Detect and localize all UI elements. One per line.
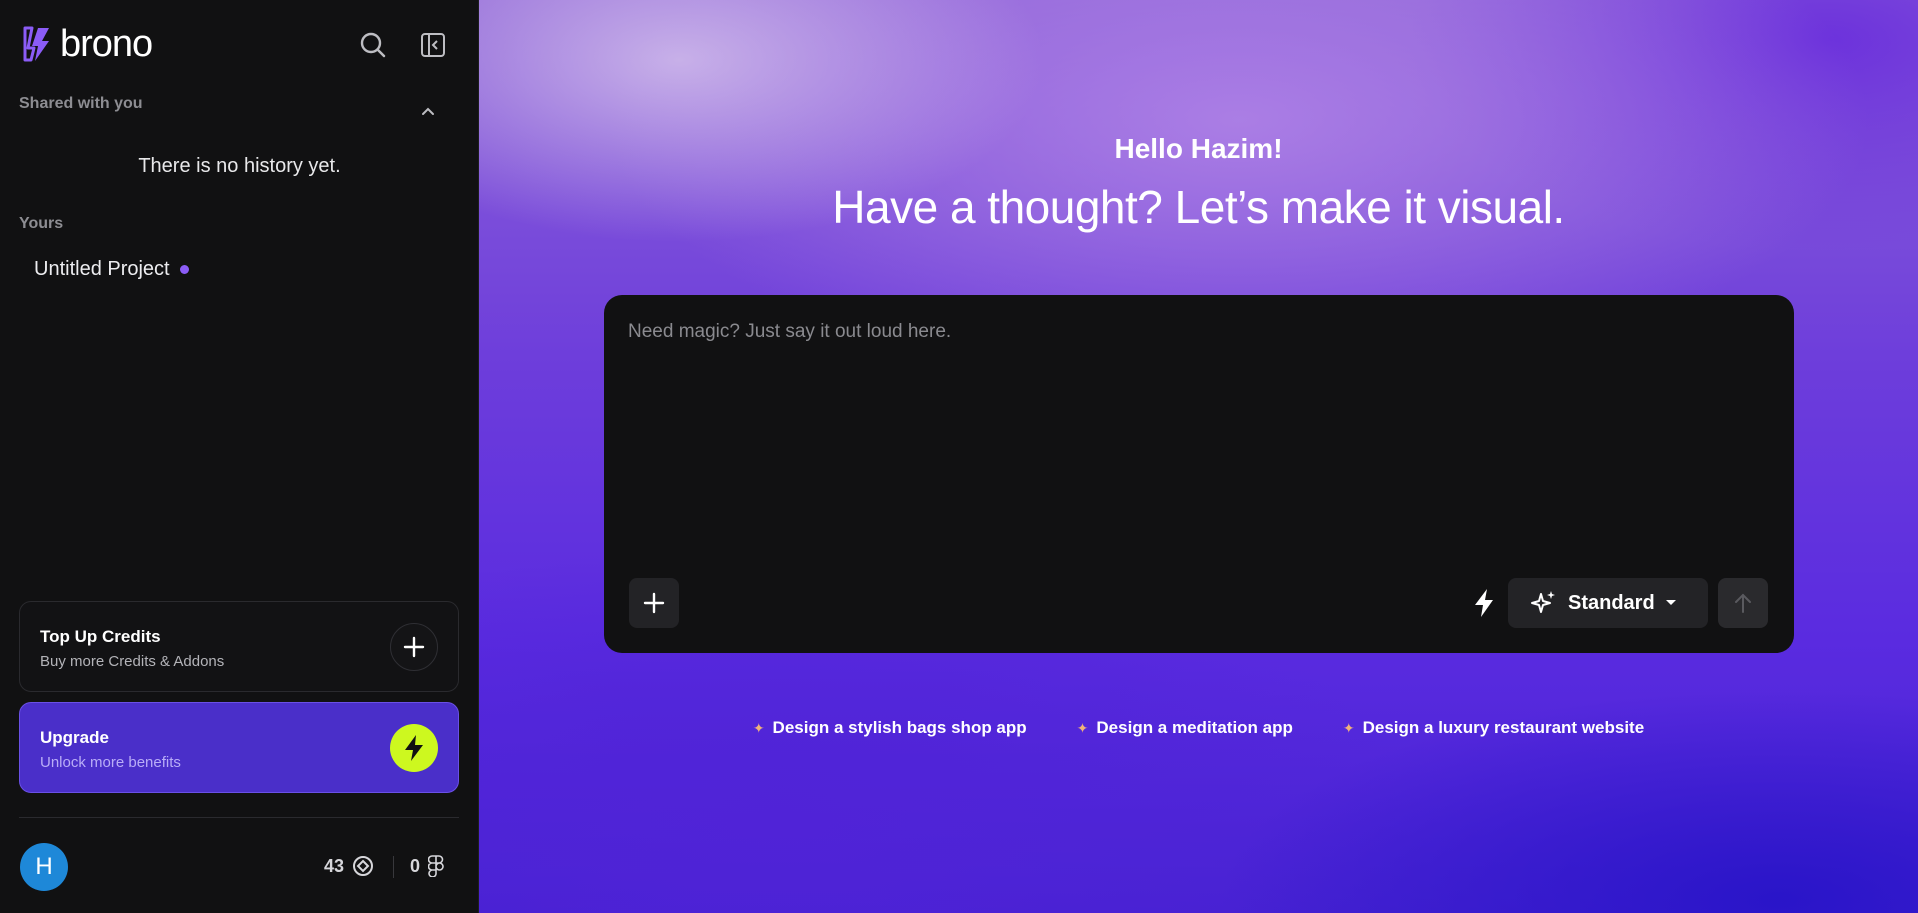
model-select-value: Standard [1568, 591, 1655, 614]
project-title: Untitled Project [34, 258, 170, 280]
credits-balance[interactable]: 43 [324, 855, 374, 877]
sparkle-icon [1531, 591, 1555, 613]
sidebar-collapse-icon [421, 33, 445, 57]
sparkle-icon: ✦ [1342, 719, 1355, 736]
sidebar: brono Shared with you There is no histor… [0, 0, 479, 913]
suggestion-label: Design a stylish bags shop app [772, 718, 1027, 737]
suggestion-label: Design a luxury restaurant website [1362, 718, 1645, 737]
caret-down-icon [1665, 600, 1676, 605]
project-item[interactable]: Untitled Project [34, 258, 189, 281]
topup-credits-card[interactable]: Top Up Credits Buy more Credits & Addons [19, 601, 459, 692]
search-icon [360, 32, 386, 58]
figma-balance[interactable]: 0 [410, 855, 444, 877]
brand-name: brono [60, 23, 153, 65]
suggestion-chip[interactable]: ✦ Design a luxury restaurant website [1343, 718, 1644, 738]
project-status-dot [179, 265, 189, 274]
model-select[interactable]: Standard [1508, 578, 1708, 628]
plus-icon [643, 592, 665, 614]
topup-add-button[interactable] [390, 623, 438, 671]
empty-history-text: There is no history yet. [138, 155, 341, 177]
prompt-input[interactable] [628, 321, 1768, 551]
credit-icon [353, 856, 374, 876]
attach-button[interactable] [629, 578, 679, 628]
suggestion-label: Design a meditation app [1096, 718, 1293, 737]
chevron-up-icon [422, 107, 434, 115]
yours-section-label: Yours [19, 215, 64, 232]
credits-separator [393, 856, 394, 878]
suggestion-list: ✦ Design a stylish bags shop app ✦ Desig… [479, 718, 1918, 738]
upgrade-button[interactable] [390, 724, 438, 772]
credits-count: 43 [324, 855, 345, 876]
headline: Have a thought? Let’s make it visual. [832, 181, 1565, 233]
brono-logo-icon [23, 26, 49, 62]
topup-title: Top Up Credits [40, 627, 161, 646]
bolt-icon [1475, 589, 1493, 617]
plus-icon [403, 636, 425, 658]
upgrade-title: Upgrade [40, 728, 109, 747]
suggestion-chip[interactable]: ✦ Design a stylish bags shop app [753, 718, 1027, 738]
prompt-composer: Standard [604, 295, 1794, 653]
sparkle-icon: ✦ [752, 719, 765, 736]
brand[interactable]: brono [22, 23, 153, 65]
bolt-icon [405, 735, 423, 761]
search-button[interactable] [355, 27, 391, 63]
figma-icon [428, 855, 444, 877]
avatar[interactable]: H [20, 843, 68, 891]
upgrade-subtitle: Unlock more benefits [40, 754, 181, 771]
main-canvas: Hello Hazim! Have a thought? Let’s make … [479, 0, 1918, 913]
boost-button[interactable] [1464, 583, 1504, 623]
arrow-up-icon [1735, 593, 1751, 613]
figma-count: 0 [410, 855, 421, 876]
shared-section-label: Shared with you [19, 95, 143, 112]
suggestion-chip[interactable]: ✦ Design a meditation app [1077, 718, 1293, 738]
collapse-sidebar-button[interactable] [415, 27, 451, 63]
send-button[interactable] [1718, 578, 1768, 628]
sidebar-divider [19, 817, 459, 818]
upgrade-card[interactable]: Upgrade Unlock more benefits [19, 702, 459, 793]
greeting: Hello Hazim! [1114, 133, 1283, 164]
shared-toggle-button[interactable] [413, 96, 443, 126]
topup-subtitle: Buy more Credits & Addons [40, 653, 225, 670]
sparkle-icon: ✦ [1076, 719, 1089, 736]
